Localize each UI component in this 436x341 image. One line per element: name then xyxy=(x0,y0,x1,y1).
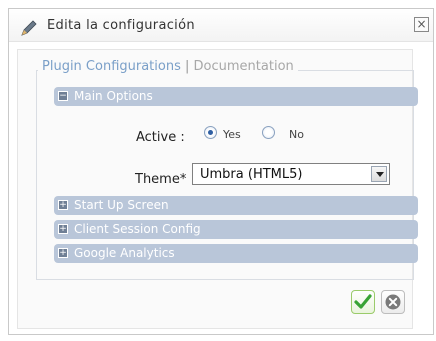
theme-label: Theme* : xyxy=(135,172,195,187)
expand-icon: + xyxy=(58,200,68,210)
section-label: Main Options xyxy=(74,89,153,103)
active-label: Active : xyxy=(136,130,185,145)
section-label: Client Session Config xyxy=(74,222,201,236)
dialog-title: Edita la configuración xyxy=(47,18,195,33)
tab-separator: | xyxy=(185,59,190,74)
cancel-button[interactable] xyxy=(381,290,405,314)
section-main-options[interactable]: − Main Options xyxy=(54,87,418,106)
expand-icon: + xyxy=(58,224,68,234)
active-no-radio[interactable] xyxy=(262,126,275,139)
chevron-down-icon[interactable] xyxy=(371,166,387,182)
ok-button[interactable] xyxy=(351,290,375,314)
theme-select[interactable]: Umbra (HTML5) xyxy=(192,163,390,185)
collapse-icon: − xyxy=(58,91,68,101)
theme-select-value: Umbra (HTML5) xyxy=(200,167,303,182)
section-label: Google Analytics xyxy=(74,246,175,260)
section-client-session-config[interactable]: + Client Session Config xyxy=(54,220,418,239)
active-no-label: No xyxy=(289,128,304,141)
configuration-dialog: Edita la configuración × Plugin Configur… xyxy=(8,8,434,335)
cancel-icon xyxy=(385,294,401,310)
section-label: Start Up Screen xyxy=(74,198,169,212)
section-google-analytics[interactable]: + Google Analytics xyxy=(54,244,418,263)
checkmark-icon xyxy=(354,294,372,309)
tab-documentation[interactable]: Documentation xyxy=(194,59,294,74)
pencil-icon xyxy=(19,18,39,38)
dialog-titlebar: Edita la configuración × xyxy=(9,9,433,42)
section-start-up-screen[interactable]: + Start Up Screen xyxy=(54,196,418,215)
active-yes-label: Yes xyxy=(223,128,241,141)
expand-icon: + xyxy=(58,248,68,258)
close-icon[interactable]: × xyxy=(414,17,429,32)
active-yes-radio[interactable] xyxy=(204,126,217,139)
tab-bar: Plugin Configurations | Documentation xyxy=(38,59,298,74)
tab-plugin-configurations[interactable]: Plugin Configurations xyxy=(42,59,181,74)
